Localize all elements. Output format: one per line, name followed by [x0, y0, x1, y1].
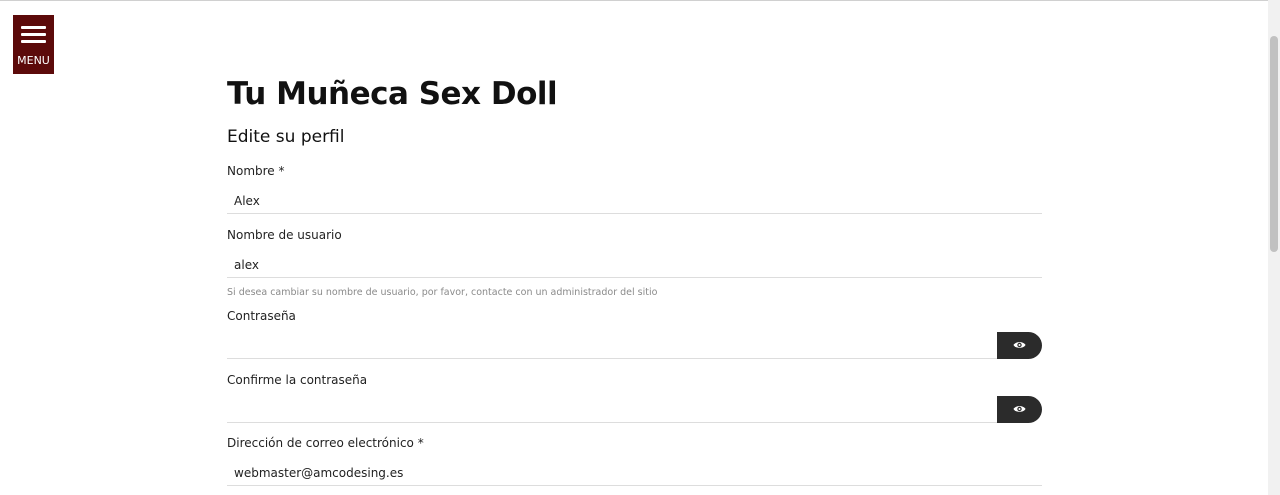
site-title: Tu Muñeca Sex Doll	[227, 76, 558, 112]
password-confirm-label: Confirme la contraseña	[227, 373, 368, 387]
email-input[interactable]	[227, 460, 1042, 486]
username-label: Nombre de usuario	[227, 228, 342, 242]
hamburger-icon	[21, 26, 46, 44]
name-label: Nombre *	[227, 164, 285, 178]
top-border	[0, 0, 1268, 1]
email-label: Dirección de correo electrónico *	[227, 436, 424, 450]
form-heading: Edite su perfil	[227, 127, 345, 147]
username-help-text: Si desea cambiar su nombre de usuario, p…	[227, 287, 658, 298]
password-toggle-button[interactable]	[997, 332, 1042, 359]
password-confirm-input[interactable]	[227, 397, 997, 423]
password-confirm-toggle-button[interactable]	[997, 396, 1042, 423]
eye-icon	[1013, 406, 1026, 412]
profile-edit-content: Tu Muñeca Sex Doll Edite su perfil Nombr…	[227, 72, 1042, 486]
scrollbar-thumb[interactable]	[1270, 36, 1278, 252]
password-label: Contraseña	[227, 309, 296, 323]
page-scrollbar[interactable]	[1268, 0, 1280, 495]
username-input[interactable]	[227, 252, 1042, 278]
password-input[interactable]	[227, 333, 997, 359]
eye-icon	[1013, 342, 1026, 348]
menu-button[interactable]: MENU	[13, 15, 54, 74]
menu-label: MENU	[17, 54, 50, 67]
name-input[interactable]	[227, 188, 1042, 214]
